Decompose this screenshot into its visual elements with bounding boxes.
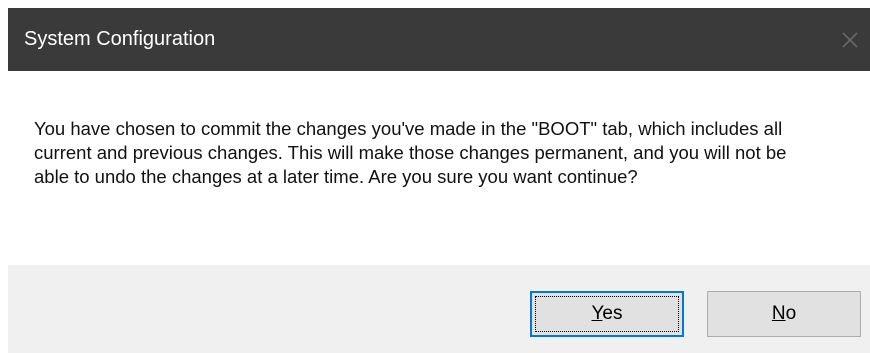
yes-button[interactable]: Yes: [530, 291, 684, 337]
no-mnemonic: N: [771, 303, 786, 324]
dialog-content: You have chosen to commit the changes yo…: [8, 71, 870, 265]
yes-label-rest: es: [602, 303, 623, 324]
system-configuration-dialog: System Configuration You have chosen to …: [8, 8, 870, 353]
confirmation-message: You have chosen to commit the changes yo…: [34, 118, 787, 187]
no-button[interactable]: No: [707, 291, 861, 337]
window-title: System Configuration: [24, 28, 216, 50]
close-button[interactable]: [830, 8, 870, 71]
title-bar[interactable]: System Configuration: [8, 8, 870, 71]
yes-button-label: Yes: [591, 303, 622, 325]
no-label-rest: o: [785, 303, 797, 324]
no-button-label: No: [772, 303, 796, 325]
button-bar: Yes No: [8, 265, 870, 353]
yes-mnemonic: Y: [591, 303, 603, 324]
close-icon: [842, 32, 858, 47]
